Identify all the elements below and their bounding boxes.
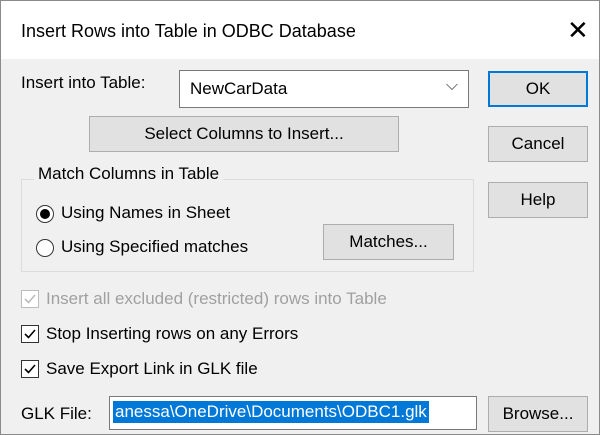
using-names-radio[interactable] [36,205,54,223]
close-icon[interactable]: ✕ [567,17,589,43]
chevron-down-icon: ⌵ [445,77,458,94]
table-dropdown[interactable]: NewCarData ⌵ [179,70,469,108]
select-columns-button[interactable]: Select Columns to Insert... [89,116,399,152]
match-columns-group-title: Match Columns in Table [34,164,224,184]
checkmark-icon [24,294,36,304]
insert-excluded-checkbox [21,290,39,308]
save-link-label[interactable]: Save Export Link in GLK file [46,359,258,379]
title-bar: Insert Rows into Table in ODBC Database … [1,1,599,59]
glk-file-value: anessa\OneDrive\Documents\ODBC1.glk [113,401,429,423]
glk-file-input[interactable]: anessa\OneDrive\Documents\ODBC1.glk [109,396,477,430]
matches-button[interactable]: Matches... [323,224,454,260]
insert-excluded-label: Insert all excluded (restricted) rows in… [46,289,387,308]
insert-rows-dialog: Insert Rows into Table in ODBC Database … [0,0,600,435]
insert-into-table-label: Insert into Table: [21,73,146,92]
using-specified-radio[interactable] [36,239,54,257]
glk-file-label: GLK File: [21,404,92,423]
table-dropdown-value: NewCarData [190,79,288,98]
stop-on-errors-label[interactable]: Stop Inserting rows on any Errors [46,324,298,344]
dialog-title: Insert Rows into Table in ODBC Database [21,21,356,41]
ok-button[interactable]: OK [488,71,588,107]
save-link-checkbox[interactable] [21,360,39,378]
using-names-label[interactable]: Using Names in Sheet [61,203,230,223]
using-specified-label[interactable]: Using Specified matches [61,237,248,257]
stop-on-errors-checkbox[interactable] [21,325,39,343]
checkmark-icon [24,329,36,339]
help-button[interactable]: Help [488,182,588,218]
cancel-button[interactable]: Cancel [488,126,588,162]
browse-button[interactable]: Browse... [488,396,588,432]
checkmark-icon [24,364,36,374]
